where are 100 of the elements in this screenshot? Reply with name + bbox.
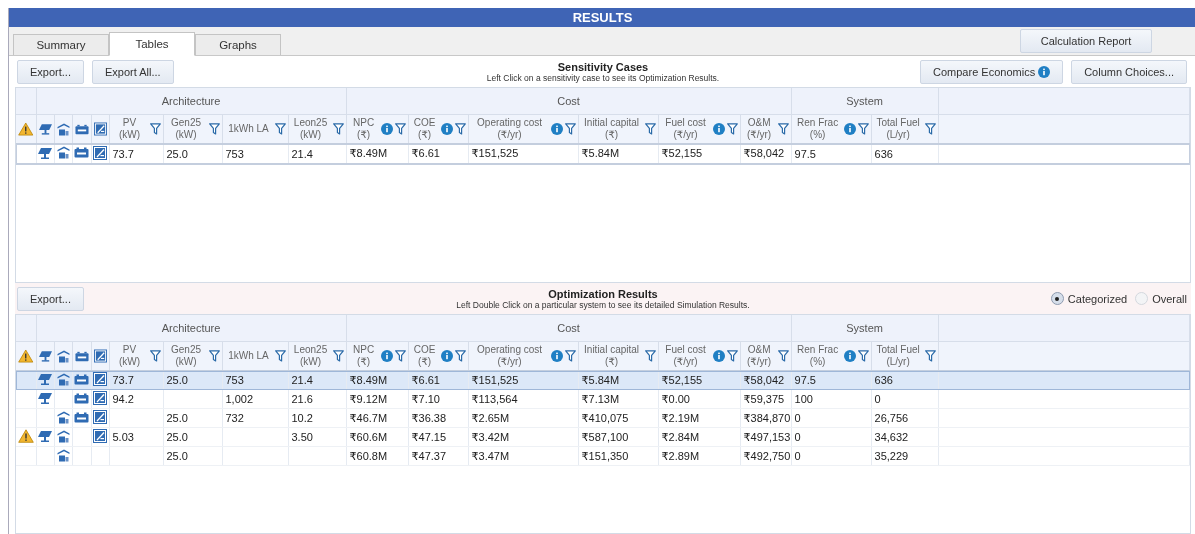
battery-icon [74, 350, 89, 362]
toolbar-button[interactable]: Column Choices... [1071, 59, 1187, 84]
table-cell: ₹2.65M [471, 411, 510, 424]
export-button[interactable]: Export... [17, 286, 84, 311]
warning-icon [18, 349, 34, 363]
info-icon[interactable] [712, 123, 725, 135]
info-icon[interactable] [550, 123, 563, 135]
filter-icon[interactable] [454, 123, 466, 135]
battery-icon [74, 123, 89, 135]
filter-icon[interactable] [149, 123, 161, 135]
filter-icon[interactable] [726, 350, 738, 362]
info-icon[interactable] [1038, 65, 1051, 78]
converter-icon [93, 410, 107, 424]
table-cell: ₹52,155 [661, 147, 703, 159]
table-cell: 0 [874, 393, 881, 405]
table-cell: ₹60.8M [349, 449, 388, 462]
filter-icon[interactable] [924, 123, 936, 135]
view-radio[interactable]: Overall [1135, 292, 1187, 305]
table-cell: 1,002 [225, 393, 254, 405]
calculation-report-button[interactable]: Calculation Report [1020, 28, 1152, 53]
filter-icon[interactable] [332, 123, 344, 135]
info-icon[interactable] [440, 350, 453, 362]
table-cell: 94.2 [112, 393, 134, 405]
table-cell: ₹36.38 [411, 411, 447, 424]
result-row[interactable]: 73.7 25.0 753 21.4 ₹8.49M ₹6.61 ₹151,525 ₹5.84M ₹52,155 ₹58,042 97.5 636 [16, 143, 1190, 164]
table-cell: ₹47.15 [411, 430, 447, 443]
export-button[interactable]: Export All... [91, 59, 174, 84]
solar-panel-icon [38, 392, 52, 404]
solar-panel-icon [38, 430, 52, 442]
info-icon[interactable] [550, 350, 563, 362]
table-cell: ₹7.13M [581, 392, 620, 405]
table-cell: ₹58,042 [743, 147, 785, 159]
info-icon[interactable] [843, 350, 856, 362]
info-icon[interactable] [712, 350, 725, 362]
info-icon[interactable] [843, 123, 856, 135]
solar-panel-icon [38, 350, 52, 362]
table-cell: ₹2.19M [661, 411, 700, 424]
info-icon[interactable] [440, 123, 453, 135]
filter-icon[interactable] [394, 350, 406, 362]
generator-icon [56, 429, 70, 443]
battery-icon [74, 147, 89, 158]
table-cell: 26,756 [874, 412, 909, 424]
filter-icon[interactable] [208, 350, 220, 362]
warning-icon [18, 122, 34, 136]
info-icon[interactable] [380, 123, 393, 135]
converter-icon [93, 122, 107, 136]
info-icon[interactable] [380, 350, 393, 362]
generator-icon [56, 146, 70, 159]
filter-icon[interactable] [924, 350, 936, 362]
table-cell: 753 [225, 374, 244, 386]
table-cell: ₹6.61 [411, 373, 440, 386]
table-cell: 21.4 [291, 147, 313, 160]
filter-icon[interactable] [274, 123, 286, 135]
toolbar-button[interactable]: Compare Economics [920, 59, 1064, 84]
filter-icon[interactable] [857, 350, 869, 362]
tab[interactable]: Summary [13, 34, 109, 55]
filter-icon[interactable] [644, 123, 656, 135]
group-header: Architecture [161, 95, 221, 107]
converter-icon [93, 349, 107, 363]
table-cell: ₹410,075 [581, 411, 629, 424]
solar-panel-icon [38, 146, 52, 159]
table-cell: ₹151,350 [581, 449, 629, 462]
filter-icon[interactable] [777, 123, 789, 135]
table-cell: ₹47.37 [411, 449, 447, 462]
table-cell: 636 [874, 147, 893, 160]
table-cell: ₹8.49M [349, 147, 388, 159]
window-title: RESULTS [9, 8, 1195, 27]
generator-icon [56, 448, 70, 462]
table-cell: 25.0 [166, 374, 188, 386]
generator-icon [56, 349, 70, 363]
filter-icon[interactable] [274, 350, 286, 362]
filter-icon[interactable] [777, 350, 789, 362]
filter-icon[interactable] [564, 350, 576, 362]
tab[interactable]: Tables [109, 32, 195, 56]
table-cell: 732 [225, 412, 244, 424]
group-header: Architecture [161, 322, 221, 334]
export-button[interactable]: Export... [17, 59, 84, 84]
view-radio[interactable]: Categorized [1050, 292, 1128, 305]
table-cell: 25.0 [166, 450, 188, 462]
table-cell: ₹58,042 [743, 373, 785, 386]
radio-dot[interactable] [1050, 292, 1064, 305]
filter-icon[interactable] [394, 123, 406, 135]
section-hint: Left Double Click on a particular system to see its detailed Simulation Results. [456, 299, 750, 310]
table-cell: 753 [225, 147, 244, 160]
table-cell: ₹5.84M [581, 147, 620, 159]
filter-icon[interactable] [149, 350, 161, 362]
filter-icon[interactable] [726, 123, 738, 135]
filter-icon[interactable] [208, 123, 220, 135]
filter-icon[interactable] [564, 123, 576, 135]
filter-icon[interactable] [454, 350, 466, 362]
filter-icon[interactable] [644, 350, 656, 362]
converter-icon [93, 145, 107, 160]
filter-icon[interactable] [857, 123, 869, 135]
tab[interactable]: Graphs [195, 34, 281, 55]
table-cell: ₹8.49M [349, 373, 388, 386]
table-cell: ₹497,153 [743, 430, 791, 443]
filter-icon[interactable] [332, 350, 344, 362]
table-cell: 100 [794, 393, 813, 405]
converter-icon [93, 391, 107, 405]
section-title: Sensitivity Cases [556, 60, 650, 73]
